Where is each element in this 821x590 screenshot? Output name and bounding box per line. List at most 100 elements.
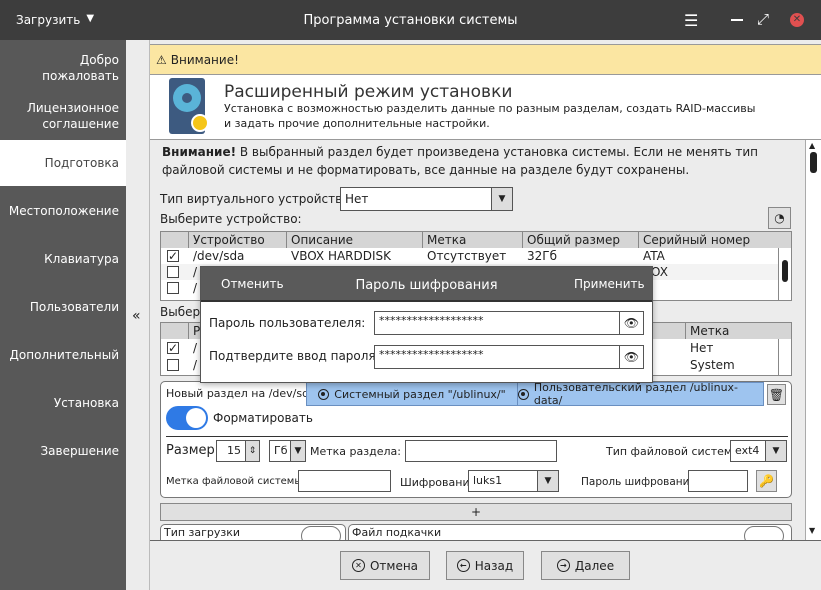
- caret-down-icon: ▼: [86, 13, 95, 24]
- add-partition-button[interactable]: +: [160, 503, 792, 521]
- column-header[interactable]: Общий размер: [523, 232, 639, 248]
- notice-text: Внимание! В выбранный раздел будет произ…: [162, 145, 759, 177]
- key-icon: 🔑: [759, 474, 774, 488]
- confirm-password-input[interactable]: *******************: [374, 345, 620, 369]
- format-label: Форматировать: [213, 411, 313, 425]
- back-button[interactable]: ← Назад: [446, 551, 524, 580]
- partition-label-input[interactable]: [405, 440, 557, 462]
- radio-icon: [518, 388, 529, 400]
- column-header[interactable]: Метка: [423, 232, 523, 248]
- password-input[interactable]: *******************: [374, 311, 620, 335]
- chevron-down-icon[interactable]: ▼: [765, 440, 787, 462]
- system-partition-tab[interactable]: Системный раздел "/ublinux/": [306, 382, 518, 406]
- footer: ✕ Отмена ← Назад → Далее: [150, 540, 821, 590]
- delete-partition-button[interactable]: 🗑: [767, 384, 786, 405]
- fs-label-input[interactable]: [298, 470, 391, 492]
- enc-password-input[interactable]: [688, 470, 748, 492]
- user-partition-tab[interactable]: Пользовательский раздел /ublinux-data/: [517, 381, 764, 407]
- partitions-scrollbar[interactable]: [778, 339, 791, 375]
- devices-scrollbar[interactable]: [778, 248, 791, 300]
- arrow-right-icon: →: [556, 559, 570, 572]
- row-checkbox[interactable]: ✓: [167, 250, 179, 262]
- scrollbar-thumb[interactable]: [810, 152, 817, 173]
- encryption-password-dialog: Отменить Пароль шифрования Применить Пар…: [200, 266, 653, 383]
- dialog-apply-button[interactable]: Применить: [574, 277, 645, 291]
- password-label: Пароль пользователеля:: [209, 316, 366, 330]
- sidebar-collapse[interactable]: «: [126, 40, 150, 590]
- sidebar-item-finish[interactable]: Завершение: [0, 442, 126, 460]
- collapse-icon[interactable]: «: [132, 308, 141, 324]
- fs-type-label: Тип файловой системы:: [606, 445, 745, 458]
- page-description: Установка с возможностью разделить данны…: [224, 102, 756, 130]
- virtual-device-select[interactable]: Нет: [340, 187, 492, 211]
- load-menu[interactable]: Загрузить ▼: [16, 13, 94, 27]
- column-header[interactable]: Устройство: [189, 232, 287, 248]
- sidebar-item-preparation[interactable]: Подготовка: [0, 140, 126, 186]
- column-header[interactable]: Серийный номер: [639, 232, 791, 248]
- partition-chart-button[interactable]: ◔: [768, 207, 791, 229]
- maximize-icon[interactable]: ⤢: [757, 10, 769, 28]
- dialog-header: Отменить Пароль шифрования Применить: [201, 267, 652, 302]
- sidebar-item-keyboard[interactable]: Клавиатура: [0, 250, 126, 268]
- sidebar-item-welcome[interactable]: Добро пожаловать: [0, 48, 126, 88]
- page-title: Расширенный режим установки: [224, 82, 513, 102]
- row-checkbox[interactable]: [167, 266, 179, 278]
- chevron-down-icon[interactable]: ▼: [290, 440, 306, 462]
- warning-text: Внимание!: [170, 52, 239, 67]
- cancel-button[interactable]: ✕ Отмена: [340, 551, 430, 580]
- partition-label-label: Метка раздела:: [310, 445, 401, 458]
- new-partition-tab[interactable]: Новый раздел на /dev/sda: [166, 387, 316, 400]
- pie-chart-icon: ◔: [774, 211, 785, 225]
- minimize-icon[interactable]: [731, 19, 743, 21]
- arrow-left-icon: ←: [456, 559, 470, 572]
- row-checkbox[interactable]: ✓: [167, 342, 179, 354]
- swap-file-label: Файл подкачки: [352, 526, 442, 539]
- eye-icon[interactable]: 👁: [619, 311, 644, 335]
- set-password-button[interactable]: 🔑: [756, 470, 777, 492]
- chevron-down-icon[interactable]: ▼: [491, 187, 513, 211]
- sidebar: Добро пожаловать Лицензионное соглашение…: [0, 40, 126, 590]
- trash-icon: 🗑: [768, 387, 785, 402]
- unit-select[interactable]: Гб: [269, 440, 291, 462]
- swap-file-frame: Файл подкачки: [348, 524, 792, 540]
- warning-bar: ⚠ Внимание!: [150, 44, 821, 75]
- content-scrollbar[interactable]: ▲ ▼: [805, 140, 821, 540]
- size-label: Размер:: [166, 443, 220, 458]
- eye-icon[interactable]: 👁: [619, 345, 644, 369]
- size-input[interactable]: 15: [216, 440, 246, 462]
- encryption-select[interactable]: luks1: [468, 470, 538, 492]
- fs-label-label: Метка файловой системы:: [166, 476, 306, 487]
- close-icon[interactable]: ✕: [790, 13, 804, 27]
- new-partition-frame: Новый раздел на /dev/sda Системный разде…: [160, 381, 792, 498]
- warning-icon: ⚠: [156, 52, 167, 67]
- boot-type-toggle[interactable]: [301, 526, 341, 540]
- hamburger-menu-icon[interactable]: ☰: [684, 11, 698, 30]
- size-stepper[interactable]: ⇕: [245, 440, 260, 462]
- cancel-icon: ✕: [351, 559, 365, 572]
- radio-icon: [318, 388, 330, 400]
- chevron-down-icon[interactable]: ▼: [537, 470, 559, 492]
- select-device-label: Выберите устройство:: [160, 212, 302, 226]
- boot-type-label: Тип загрузки: [164, 526, 241, 539]
- confirm-password-label: Подтвердите ввод пароля:: [209, 349, 380, 363]
- virtual-device-label: Тип виртуального устройства:: [160, 192, 354, 206]
- sidebar-item-users[interactable]: Пользователи: [0, 298, 126, 316]
- sidebar-item-license[interactable]: Лицензионное соглашение: [0, 96, 126, 136]
- next-button[interactable]: → Далее: [541, 551, 630, 580]
- row-checkbox[interactable]: [167, 359, 179, 371]
- page-header: Расширенный режим установки Установка с …: [150, 75, 821, 140]
- sidebar-item-install[interactable]: Установка: [0, 394, 126, 412]
- swap-file-toggle[interactable]: [744, 526, 784, 540]
- enc-password-label: Пароль шифрования: [581, 476, 696, 488]
- load-menu-label: Загрузить: [16, 13, 81, 27]
- row-checkbox[interactable]: [167, 282, 179, 294]
- disk-icon: [169, 78, 209, 134]
- column-header[interactable]: Описание: [287, 232, 423, 248]
- column-header[interactable]: Метка: [686, 323, 791, 339]
- sidebar-item-additional[interactable]: Дополнительный: [0, 346, 126, 364]
- sidebar-item-location[interactable]: Местоположение: [0, 202, 126, 220]
- format-toggle[interactable]: [166, 406, 208, 430]
- fs-type-select[interactable]: ext4: [730, 440, 766, 462]
- boot-type-frame: Тип загрузки: [160, 524, 346, 540]
- table-row[interactable]: ✓ /dev/sda VBOX HARDDISK Отсутствует 32Г…: [161, 248, 778, 264]
